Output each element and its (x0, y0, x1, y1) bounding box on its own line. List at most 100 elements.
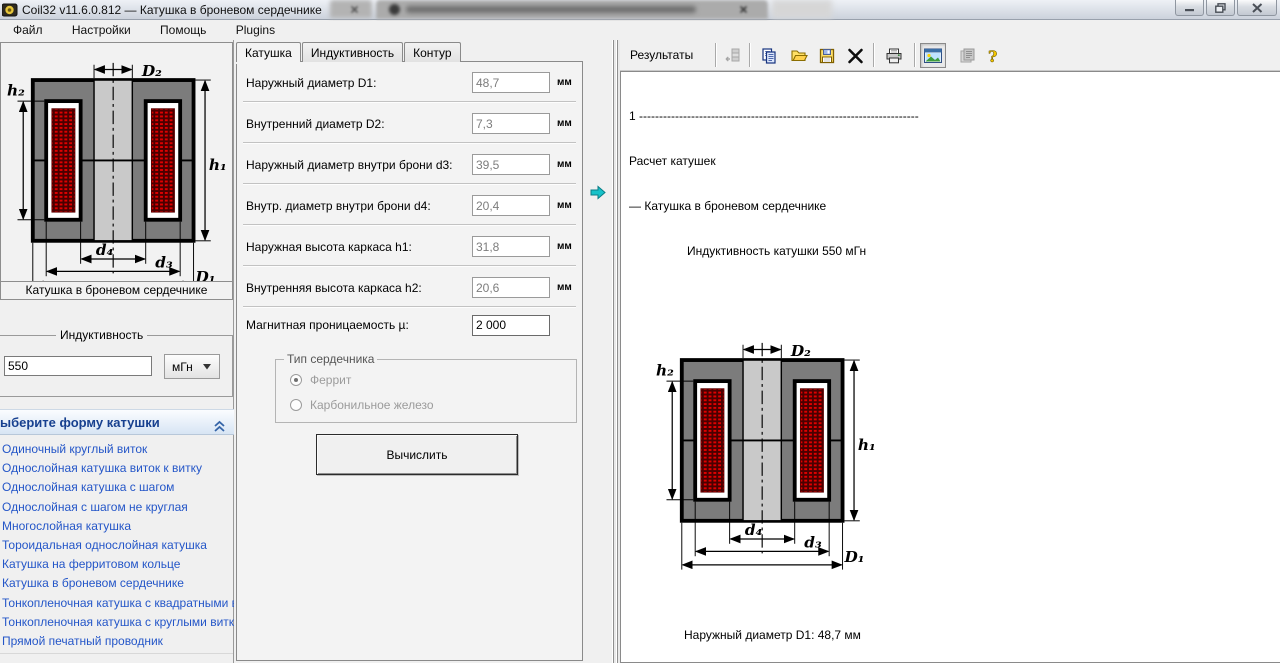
field-row-d2: Внутренний диаметр D2: мм (237, 103, 582, 144)
close-button[interactable] (1237, 0, 1277, 16)
expand-results-arrow-icon[interactable] (589, 185, 607, 203)
shape-item-single-round-turn[interactable]: Одиночный круглый виток (0, 440, 234, 459)
results-output[interactable]: 1 --------------------------------------… (620, 71, 1280, 663)
restore-button[interactable] (1206, 0, 1235, 16)
parameter-tabs: Катушка Индуктивность Контур (236, 42, 462, 62)
background-tab-close-icon (349, 4, 360, 15)
toolbar-separator (749, 43, 750, 67)
field-row-d3: Наружный диаметр внутри брони d3: мм (237, 144, 582, 185)
list-separator (0, 653, 233, 654)
title-bar[interactable]: Coil32 v11.6.0.812 — Катушка в броневом … (0, 0, 1280, 20)
inductance-unit-value: мГн (172, 359, 193, 374)
background-tab-area (772, 0, 832, 18)
radio-ferrite: Феррит (290, 373, 351, 387)
shape-item-thinfilm-square[interactable]: Тонкопленочная катушка с квадратными вит… (0, 594, 234, 613)
coil32-app-window: Coil32 v11.6.0.812 — Катушка в броневом … (0, 0, 1280, 663)
dock-left-button (720, 43, 746, 68)
dim-label-d3: d₃ (155, 254, 173, 272)
field-label: Внутр. диаметр внутри брони d4: (246, 198, 431, 213)
dim-label-d2: D₂ (140, 62, 161, 80)
field-input-h1 (472, 236, 550, 257)
inductance-unit-dropdown[interactable]: мГн (164, 354, 220, 379)
field-row-d1: Наружный диаметр D1: мм (237, 62, 582, 103)
result-line: Индуктивность катушки 550 мГн (687, 244, 867, 258)
inductance-group: Индуктивность мГн (0, 328, 233, 397)
coil-shape-preview: D₂ h₂ h₁ d₄ d₃ D₁ Катушка в броневом сер… (0, 42, 233, 300)
show-scheme-toggle (954, 43, 980, 68)
result-line: Наружный диаметр D1: 48,7 мм (684, 628, 861, 642)
inductance-input[interactable] (4, 356, 152, 376)
field-input-d4 (472, 195, 550, 216)
radio-carbonyl-iron: Карбонильное железо (290, 398, 434, 412)
tab-circuit[interactable]: Контур (404, 42, 461, 62)
save-button[interactable] (814, 43, 840, 68)
field-row-d4: Внутр. диаметр внутри брони d4: мм (237, 185, 582, 226)
field-label: Внутренняя высота каркаса h2: (246, 280, 422, 295)
dim-label-d4: d₄ (745, 521, 763, 539)
shape-item-pot-core[interactable]: Катушка в броневом сердечнике (0, 574, 234, 593)
dim-label-h2: h₂ (656, 361, 674, 379)
core-type-legend: Тип сердечника (284, 352, 378, 366)
menu-help[interactable]: Помощь (147, 21, 219, 39)
radio-ferrite-label: Феррит (310, 373, 352, 387)
field-input-d2 (472, 113, 550, 134)
toolbar-separator (873, 43, 874, 67)
radio-carbonyl-circle (290, 399, 302, 411)
coil-shape-list: Одиночный круглый виток Однослойная кату… (0, 440, 234, 651)
help-button[interactable]: ? (980, 43, 1006, 68)
field-row-h2: Внутренняя высота каркаса h2: мм (237, 267, 582, 308)
shape-item-straight-trace[interactable]: Прямой печатный проводник (0, 632, 234, 651)
window-title: Coil32 v11.6.0.812 — Катушка в броневом … (22, 3, 322, 17)
field-row-h1: Наружная высота каркаса h1: мм (237, 226, 582, 267)
shape-item-multilayer[interactable]: Многослойная катушка (0, 517, 234, 536)
field-input-mu[interactable] (472, 314, 550, 336)
calculate-button[interactable]: Вычислить (316, 434, 518, 475)
app-icon (1, 3, 18, 20)
parameters-panel: Катушка Индуктивность Контур Наружный ди… (234, 40, 585, 663)
field-unit: мм (557, 200, 572, 211)
print-button[interactable] (881, 43, 907, 68)
collapse-chevron-icon[interactable] (213, 416, 226, 441)
field-unit: мм (557, 241, 572, 252)
left-panel: D₂ h₂ h₁ d₄ d₃ D₁ Катушка в броневом сер… (0, 40, 234, 663)
background-tab-close-icon (738, 4, 749, 15)
menu-plugins[interactable]: Plugins (223, 21, 288, 39)
background-tab-text (406, 6, 696, 13)
field-label: Магнитная проницаемость µ: (246, 318, 409, 332)
shape-selector-title: ыберите форму катушки (0, 415, 160, 430)
tab-inductance[interactable]: Индуктивность (301, 42, 404, 62)
result-line: — Катушка в броневом сердечнике (629, 199, 827, 213)
shape-item-single-layer-noncircular[interactable]: Однослойная с шагом не круглая (0, 498, 234, 517)
dim-label-h2: h₂ (6, 81, 24, 99)
shape-item-toroidal[interactable]: Тороидальная однослойная катушка (0, 536, 234, 555)
field-input-d3 (472, 154, 550, 175)
shape-item-thinfilm-round[interactable]: Тонкопленочная катушка с круглыми виткам… (0, 613, 234, 632)
shape-item-single-layer-pitch[interactable]: Однослойная катушка с шагом (0, 478, 234, 497)
menu-file[interactable]: Файл (0, 21, 56, 39)
shape-item-ferrite-ring[interactable]: Катушка на ферритовом кольце (0, 555, 234, 574)
radio-carbonyl-label: Карбонильное железо (310, 398, 434, 412)
field-row-mu: Магнитная проницаемость µ: (237, 308, 582, 342)
result-line: 1 --------------------------------------… (629, 109, 919, 123)
field-label: Наружная высота каркаса h1: (246, 239, 412, 254)
clear-results-button[interactable] (842, 43, 868, 68)
tab-coil[interactable]: Катушка (236, 42, 301, 62)
open-file-button[interactable] (786, 43, 812, 68)
diagram-caption: Катушка в броневом сердечнике (1, 281, 232, 299)
toolbar-separator (914, 43, 915, 67)
menu-settings[interactable]: Настройки (59, 21, 144, 39)
dim-label-h1: h₁ (208, 156, 226, 174)
splitter-handle[interactable] (612, 40, 620, 663)
show-picture-toggle[interactable] (920, 43, 946, 68)
field-unit: мм (557, 77, 572, 88)
result-line: Расчет катушек (629, 154, 716, 168)
field-label: Внутренний диаметр D2: (246, 116, 385, 131)
coil-parameters-form: Наружный диаметр D1: мм Внутренний диаме… (236, 61, 583, 661)
field-input-d1 (472, 72, 550, 93)
field-unit: мм (557, 282, 572, 293)
results-panel: Результаты ? 1 -------------------------… (620, 40, 1280, 663)
shape-item-single-layer-close[interactable]: Однослойная катушка виток к витку (0, 459, 234, 478)
minimize-button[interactable] (1175, 0, 1204, 16)
shape-selector-header[interactable]: ыберите форму катушки (0, 409, 234, 435)
copy-button[interactable] (756, 43, 782, 68)
